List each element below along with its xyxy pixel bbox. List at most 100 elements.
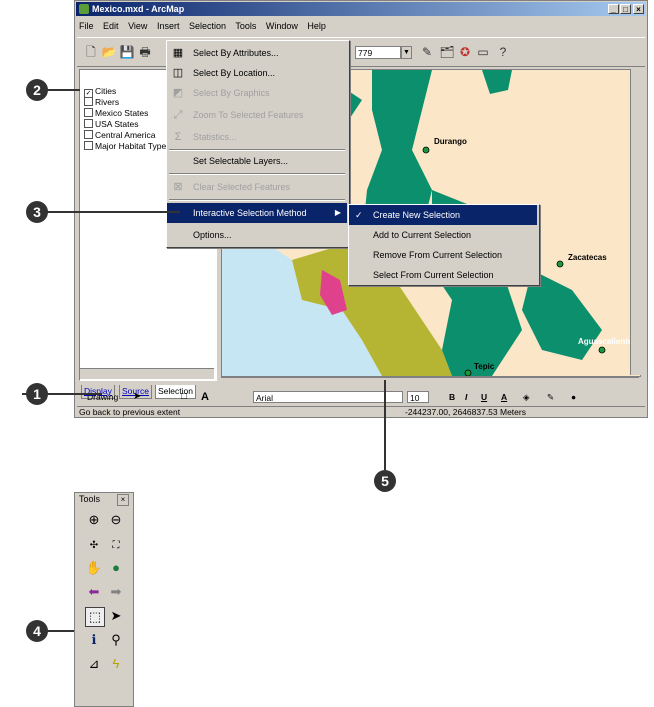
save-icon[interactable]: 💾 [119, 44, 135, 60]
checkbox-icon[interactable] [84, 141, 93, 150]
measure-icon[interactable]: ⊿ [85, 655, 103, 673]
standard-toolbar: 🗋 📂 💾 🖶 779 ▼ ✎ 🗂 ✪ ▭ ? [77, 37, 645, 67]
forward-arrow-icon[interactable]: ➡ [107, 583, 125, 601]
layer-major-habitat-types[interactable]: Major Habitat Types [84, 141, 170, 152]
city-tepic-label: Tepic [474, 362, 495, 371]
city-tepic-marker[interactable] [464, 369, 472, 376]
layer-usa-states[interactable]: USA States [84, 119, 138, 130]
checkbox-icon[interactable] [84, 130, 93, 139]
map-vertical-scrollbar[interactable] [630, 69, 641, 375]
menu-item-interactive-selection-method[interactable]: Interactive Selection Method ▶ [167, 203, 347, 223]
open-folder-icon[interactable]: 📂 [101, 44, 117, 60]
select-features-icon[interactable]: ⬚ [85, 607, 105, 627]
map-horizontal-scrollbar[interactable] [221, 377, 639, 388]
zoom-selected-icon: ⤢ [173, 109, 183, 121]
arccatalog-icon[interactable]: 🗂 [439, 44, 455, 60]
menu-tools[interactable]: Tools [235, 21, 256, 31]
menu-window[interactable]: Window [266, 21, 298, 31]
full-extent-globe-icon[interactable]: ● [107, 559, 125, 577]
back-arrow-icon[interactable]: ⬅ [85, 583, 103, 601]
rectangle-icon[interactable]: □ [181, 389, 187, 405]
zoom-in-icon[interactable]: ⊕ [85, 511, 103, 529]
callout-1: 1 [26, 383, 48, 405]
font-color-icon[interactable]: A [501, 389, 507, 405]
new-document-icon[interactable]: 🗋 [83, 44, 99, 60]
underline-button[interactable]: U [481, 389, 487, 405]
status-coordinates: -244237.00, 2646837.53 Meters [405, 407, 526, 417]
font-select[interactable]: Arial [253, 391, 403, 403]
city-durango-label: Durango [434, 137, 467, 146]
callout-5-leader [384, 380, 386, 470]
zoom-out-icon[interactable]: ⊖ [107, 511, 125, 529]
marker-color-icon[interactable]: ● [571, 389, 576, 405]
layer-mexico-states[interactable]: Mexico States [84, 108, 148, 119]
checkbox-icon[interactable] [84, 108, 93, 117]
submenu-item-select-from-current[interactable]: Select From Current Selection [349, 265, 537, 285]
identify-icon[interactable]: ℹ [85, 631, 103, 649]
pan-hand-icon[interactable]: ✋ [85, 559, 103, 577]
menu-item-select-by-attributes[interactable]: ▦ Select By Attributes... [167, 43, 347, 63]
menu-insert[interactable]: Insert [157, 21, 180, 31]
layer-rivers[interactable]: Rivers [84, 97, 119, 108]
submenu-item-add-to-current[interactable]: Add to Current Selection [349, 225, 537, 245]
callout-2: 2 [26, 79, 48, 101]
window-icon[interactable]: ▭ [475, 44, 491, 60]
submenu-item-remove-from-current[interactable]: Remove From Current Selection [349, 245, 537, 265]
whats-this-icon[interactable]: ? [495, 44, 511, 60]
chevron-down-icon[interactable]: ▼ [401, 46, 412, 59]
menu-item-set-selectable-layers[interactable]: Set Selectable Layers... [167, 151, 347, 171]
menu-file[interactable]: File [79, 21, 94, 31]
select-elements-icon[interactable]: ➤ [133, 389, 141, 405]
tools-panel: Tools × ⊕ ⊖ ✣ ⛶ ✋ ● ⬅ ➡ ⬚ ➤ ℹ ⚲ ⊿ ϟ [74, 492, 134, 707]
close-button[interactable]: × [633, 4, 644, 14]
select-elements-arrow-icon[interactable]: ➤ [107, 607, 125, 625]
sigma-icon: Σ [174, 131, 182, 143]
fill-color-icon[interactable]: ◈ [523, 389, 530, 405]
location-select-icon: ◫ [172, 67, 184, 79]
menu-selection[interactable]: Selection [189, 21, 226, 31]
italic-button[interactable]: I [465, 389, 467, 405]
menu-item-select-by-location[interactable]: ◫ Select By Location... [167, 63, 347, 83]
text-icon[interactable]: A [201, 389, 209, 405]
hyperlink-lightning-icon[interactable]: ϟ [107, 655, 125, 673]
fixed-zoom-out-icon[interactable]: ⛶ [107, 537, 125, 555]
print-icon[interactable]: 🖶 [137, 44, 153, 60]
drawing-menu[interactable]: Drawing [87, 389, 118, 405]
selection-menu: ▦ Select By Attributes... ◫ Select By Loca… [166, 40, 350, 248]
city-aguascalientes-marker[interactable] [598, 346, 606, 354]
tools-title: Tools [79, 494, 101, 504]
checkmark-icon: ✓ [355, 210, 363, 220]
checkbox-icon[interactable] [84, 97, 93, 106]
menu-help[interactable]: Help [307, 21, 326, 31]
clear-selection-icon: ⊠ [173, 181, 183, 193]
submenu-item-create-new-selection[interactable]: ✓ Create New Selection [349, 205, 537, 225]
title-bar: Mexico.mxd - ArcMap _ □ × [76, 2, 646, 16]
editor-icon[interactable]: ✎ [419, 44, 435, 60]
status-bar: Go back to previous extent -244237.00, 2… [77, 406, 645, 418]
layer-cities[interactable]: ✓ Cities [84, 86, 116, 98]
callout-4: 4 [26, 620, 48, 642]
scale-input[interactable]: 779 [355, 46, 401, 59]
bold-button[interactable]: B [449, 389, 455, 405]
minimize-button[interactable]: _ [608, 4, 619, 14]
font-size-select[interactable]: 10 [407, 391, 429, 403]
checkbox-icon[interactable] [84, 119, 93, 128]
maximize-button[interactable]: □ [620, 4, 631, 14]
menu-item-options[interactable]: Options... [167, 225, 347, 245]
tools-close-button[interactable]: × [117, 494, 129, 506]
city-zacatecas-marker[interactable] [556, 260, 564, 268]
menu-bar: File Edit View Insert Selection Tools Wi… [79, 18, 333, 34]
menu-view[interactable]: View [128, 21, 147, 31]
menu-item-clear-selected: ⊠ Clear Selected Features [167, 177, 347, 197]
fixed-zoom-in-icon[interactable]: ✣ [85, 537, 103, 555]
app-icon [79, 4, 89, 14]
menu-item-zoom-to-selected: ⤢ Zoom To Selected Features [167, 105, 347, 125]
layer-central-america[interactable]: Central America [84, 130, 155, 141]
line-color-icon[interactable]: ✎ [547, 389, 554, 405]
menu-edit[interactable]: Edit [103, 21, 119, 31]
find-binoculars-icon[interactable]: ⚲ [107, 631, 125, 649]
arctoolbox-icon[interactable]: ✪ [457, 44, 473, 60]
callout-3-leader [30, 211, 180, 213]
toc-horizontal-scrollbar[interactable] [80, 368, 214, 379]
city-durango-marker[interactable] [422, 146, 430, 154]
